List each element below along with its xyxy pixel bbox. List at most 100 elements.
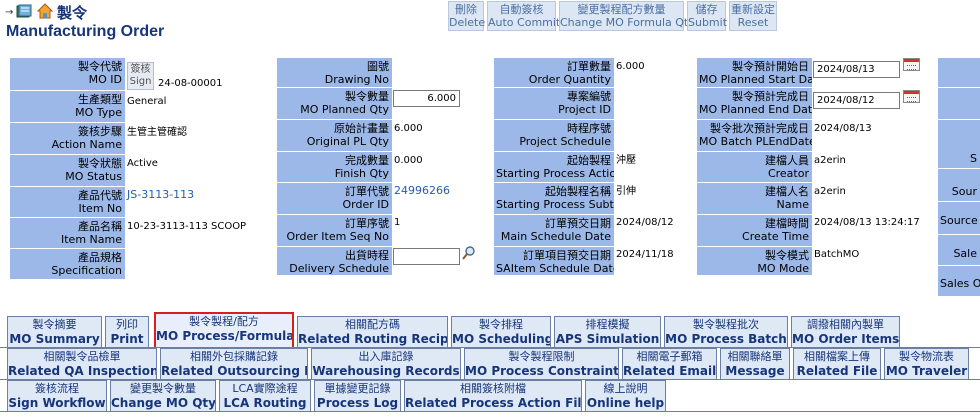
tab-mo-process-batch[interactable]: 製令製程批次 MO Process Batch [664, 316, 788, 347]
field-label-text: MO Status [65, 170, 122, 183]
field-label-text: Order Quantity [528, 73, 611, 86]
label-order-quantity: 訂單數量 Order Quantity [494, 58, 614, 87]
tab-label: Process Log [316, 396, 399, 410]
tab-sign-workflow[interactable]: 簽核流程 Sign Workflow [7, 380, 107, 411]
tab-related-file[interactable]: 相關檔案上傳 Related File [793, 348, 881, 379]
submit-button[interactable]: 儲存 Submit [687, 1, 728, 31]
submit-label-cn: 儲存 [695, 3, 718, 16]
field-label-text: Item Name [61, 233, 122, 246]
tab-label: Related File [796, 364, 878, 378]
reset-button[interactable]: 重新設定 Reset [729, 1, 777, 31]
calendar-icon[interactable] [903, 58, 920, 71]
field-label-text: 訂單預交日期 [545, 217, 611, 230]
label-col5-4: Sour [938, 169, 980, 201]
field-label-text: Project Schedule [519, 135, 611, 148]
field-label-text: Specification [51, 264, 122, 277]
mo-id-value: 24-08-00001 [158, 78, 223, 89]
sign-button[interactable]: 簽核 Sign [127, 62, 154, 90]
tab-lca-routing[interactable]: LCA實際途程 LCA Routing [219, 380, 311, 411]
book-icon[interactable] [16, 4, 32, 19]
tab-online-help[interactable]: 線上說明 Online help [585, 380, 666, 411]
field-label-text: 製令數量 [345, 90, 389, 103]
mo-planned-start-date-input[interactable]: 2024/08/13 [813, 61, 900, 78]
label-mo-mode: 製令模式 MO Mode [697, 247, 812, 275]
label-project-id: 專案編號 Project ID [494, 88, 614, 119]
field-label-text: Delivery Schedule [289, 262, 389, 275]
tab-label: LCA Routing [223, 396, 307, 410]
tab-label: Sign Workflow [8, 396, 106, 410]
tab-mo-process-constraints[interactable]: 製令製程限制 MO Process Constraints [464, 348, 619, 379]
label-col5-3: S [938, 120, 980, 168]
tab-print[interactable]: 列印 Print [105, 316, 149, 347]
mo-batch-plenddate-value: 2024/08/13 [814, 123, 872, 134]
field-label-text: 產品規格 [78, 251, 122, 264]
order-id-link[interactable]: 24996266 [394, 184, 450, 197]
delivery-schedule-input[interactable] [393, 248, 460, 265]
field-label-text: Action Name [51, 138, 122, 151]
field-label-text: 產品代號 [78, 189, 122, 202]
tab-related-process-action-files[interactable]: 相關簽核附檔 Related Process Action Files [404, 380, 582, 411]
tab-label: 製令製程批次 [693, 318, 759, 331]
tab-label: Online help [586, 396, 665, 410]
auto-commit-button[interactable]: 自動簽核 Auto Commit [487, 1, 560, 31]
tab-message[interactable]: 相關聯絡單 Message [720, 348, 790, 379]
field-label-text: 簽核步驟 [78, 125, 122, 138]
label-item-no: 產品代號 Item No [10, 187, 125, 217]
field-label-text: SAItem Schedule Date [496, 262, 614, 275]
label-starting-process-action: 起始製程 Starting Process Action [494, 152, 614, 182]
home-icon[interactable] [37, 3, 53, 19]
delete-button[interactable]: 刪除 Delete [448, 1, 485, 31]
tab-label: 相關聯絡單 [727, 350, 783, 363]
page-title: Manufacturing Order [6, 23, 165, 40]
tab-label: 相關外包採購記錄 [190, 350, 278, 363]
field-label-text: Sign [129, 76, 152, 87]
tab-mo-process-formula[interactable]: 製令製程/配方 MO Process/Formula [154, 312, 294, 347]
item-no-link[interactable]: JS-3113-113 [127, 188, 194, 201]
label-create-time: 建檔時間 Create Time [697, 215, 812, 246]
field-label-text: Drawing No [324, 73, 389, 86]
tab-label: 列印 [116, 318, 138, 331]
tab-process-log[interactable]: 單據變更記錄 Process Log [314, 380, 401, 411]
tab-label: 製令製程限制 [508, 350, 575, 363]
order-item-seq-value: 1 [394, 217, 401, 228]
calendar-icon[interactable] [903, 90, 920, 103]
field-label-text: 建檔人員 [765, 154, 809, 167]
tab-label: 線上說明 [603, 382, 648, 395]
tab-mo-traveler[interactable]: 製令物流表 MO Traveler [884, 348, 969, 379]
tab-related-outsourcing-po[interactable]: 相關外包採購記錄 Related Outsourcing PO [160, 348, 308, 379]
tab-label: MO Scheduling [452, 332, 551, 346]
mo-planned-qty-input[interactable]: 6.000 [393, 90, 460, 107]
tab-mo-order-items[interactable]: 調撥相關內製單 MO Order Items [791, 316, 900, 347]
starting-process-subtype-value: 引伸 [616, 186, 636, 197]
tab-change-mo-qty[interactable]: 變更製令數量 Change MO Qty [110, 380, 216, 411]
tab-warehousing-records[interactable]: 出入庫記錄 Warehousing Records [311, 348, 461, 379]
field-label-text: 生產類型 [78, 93, 122, 106]
tab-mo-scheduling[interactable]: 製令排程 MO Scheduling [451, 316, 551, 347]
main-schedule-date-value: 2024/08/12 [616, 217, 674, 228]
field-label-text: Creator [767, 167, 809, 180]
mo-planned-end-date-input[interactable]: 2024/08/12 [813, 92, 900, 109]
label-name: 建檔人名 Name [697, 183, 812, 214]
label-saitem-schedule-date: 訂單項目預交日期 SAItem Schedule Date [494, 247, 614, 275]
submit-label: Submit [688, 16, 728, 29]
label-project-schedule: 時程序號 Project Schedule [494, 120, 614, 151]
tab-label: 製令排程 [479, 318, 523, 331]
tab-aps-simulation[interactable]: 排程模擬 APS Simulation [554, 316, 661, 347]
magnifier-icon[interactable] [462, 246, 475, 260]
field-label-text: MO Planned Start Date [699, 73, 812, 86]
change-mo-formula-qty-button[interactable]: 變更製程配方數量 Change MO Formula Qty [559, 1, 695, 31]
tab-mo-summary[interactable]: 製令摘要 MO Summary [7, 316, 102, 347]
tab-related-routing-recipe[interactable]: 相關配方碼 Related Routing Recipe [297, 316, 448, 347]
tab-label: Related Email [623, 364, 717, 378]
tab-related-qa-inspection[interactable]: 相關製令品檢單 Related QA Inspection [7, 348, 157, 379]
label-mo-planned-start-date: 製令預計開始日MO Planned Start Date [697, 58, 812, 87]
action-name-value: 生管主管確認 [127, 127, 187, 138]
tab-label: Related Outsourcing PO [161, 364, 308, 378]
label-specification: 產品規格 Specification [10, 249, 125, 279]
label-creator: 建檔人員 Creator [697, 152, 812, 182]
tab-related-email[interactable]: 相關電子郵箱 Related Email [622, 348, 717, 379]
mo-status-value: Active [127, 158, 158, 169]
tab-label: 相關電子郵箱 [636, 350, 703, 363]
label-col5-2 [938, 88, 980, 119]
tab-label: 出入庫記錄 [358, 350, 414, 363]
